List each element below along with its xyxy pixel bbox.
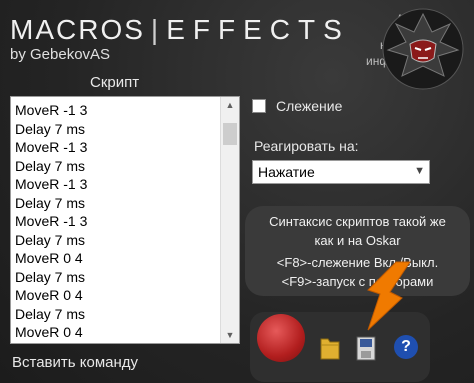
chevron-down-icon[interactable]: ▼ <box>414 165 425 177</box>
info-line-4: <F9>-запуск с повторами <box>281 274 434 289</box>
author-label: by GebekovAS <box>10 46 111 63</box>
script-line[interactable]: Delay 7 ms <box>15 231 219 250</box>
react-on-label: Реагировать на: <box>254 138 359 154</box>
scroll-down-icon[interactable]: ▼ <box>221 327 239 343</box>
script-line[interactable]: MoveR 0 4 <box>15 286 219 305</box>
script-line[interactable]: Delay 7 ms <box>15 305 219 324</box>
app-title: MACROS | EFFECTS <box>10 14 350 46</box>
script-line[interactable]: Delay 7 ms <box>15 157 219 176</box>
script-line[interactable]: Delay 7 ms <box>15 268 219 287</box>
info-line-2: как и на Oskar <box>314 233 401 248</box>
script-line[interactable]: MoveR -1 3 <box>15 101 219 120</box>
scroll-thumb[interactable] <box>223 123 237 145</box>
syntax-info-panel: Синтаксис скриптов такой же как и на Osk… <box>245 206 470 296</box>
script-line[interactable]: Delay 7 ms <box>15 194 219 213</box>
script-scrollbar[interactable]: ▲ ▼ <box>220 97 239 343</box>
samurai-logo-icon <box>382 8 464 90</box>
insert-command-link[interactable]: Вставить команду <box>12 354 138 371</box>
script-listbox[interactable]: MoveR -1 3 Delay 7 ms MoveR -1 3 Delay 7… <box>10 96 240 344</box>
script-line[interactable]: MoveR -1 3 <box>15 212 219 231</box>
tracking-checkbox[interactable] <box>252 99 266 113</box>
help-icon[interactable]: ? <box>394 335 418 359</box>
save-icon[interactable] <box>355 334 377 362</box>
title-macros: MACROS <box>10 14 145 45</box>
react-on-select[interactable]: Нажатие ▼ <box>252 160 430 184</box>
script-line[interactable]: Delay 7 ms <box>15 120 219 139</box>
script-line[interactable]: MoveR -1 3 <box>15 175 219 194</box>
script-lines: MoveR -1 3 Delay 7 ms MoveR -1 3 Delay 7… <box>15 101 219 342</box>
title-separator: | <box>150 14 161 45</box>
script-line[interactable]: MoveR 0 4 <box>15 249 219 268</box>
react-on-value: Нажатие <box>258 164 315 180</box>
info-line-3: <F8>-слежение Вкл./Выкл. <box>276 255 439 270</box>
record-button[interactable] <box>257 314 305 362</box>
info-line-1: Синтаксис скриптов такой же <box>269 214 446 229</box>
script-label: Скрипт <box>90 74 140 91</box>
script-line[interactable]: MoveR 0 4 <box>15 323 219 342</box>
script-line[interactable]: MoveR -1 3 <box>15 138 219 157</box>
folder-icon[interactable] <box>318 335 342 361</box>
tracking-label: Слежение <box>276 98 343 114</box>
scroll-up-icon[interactable]: ▲ <box>221 97 239 113</box>
annotation-arrow-icon <box>367 261 411 331</box>
title-effects: EFFECTS <box>166 14 350 45</box>
tracking-toggle[interactable]: Слежение <box>252 98 342 114</box>
